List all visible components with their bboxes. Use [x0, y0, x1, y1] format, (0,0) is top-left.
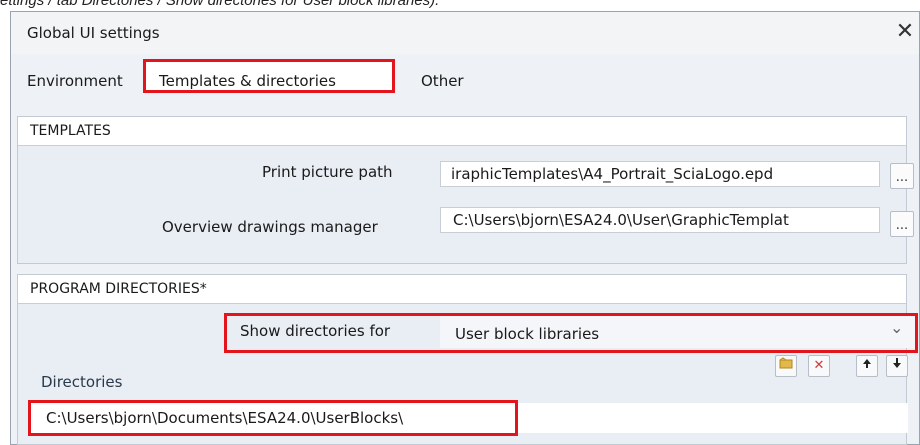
- tab-other[interactable]: Other: [421, 72, 464, 90]
- overview-drawings-manager-label: Overview drawings manager: [162, 218, 378, 236]
- templates-header: TEMPLATES: [18, 117, 906, 146]
- new-folder-icon[interactable]: [775, 355, 797, 377]
- program-directories-header-label: PROGRAM DIRECTORIES*: [30, 281, 207, 297]
- tab-templates-directories-label: Templates & directories: [159, 72, 336, 90]
- chevron-down-icon[interactable]: ⌄: [890, 318, 903, 337]
- print-picture-path-label: Print picture path: [262, 163, 393, 181]
- program-directories-header: PROGRAM DIRECTORIES*: [18, 275, 906, 304]
- tab-environment[interactable]: Environment: [27, 72, 123, 90]
- show-directories-value: User block libraries: [455, 325, 600, 343]
- arrow-up-icon[interactable]: [856, 355, 878, 377]
- templates-section: TEMPLATES: [17, 116, 907, 264]
- dialog-title: Global UI settings: [27, 24, 160, 42]
- title-bar: Global UI settings ✕: [11, 12, 919, 54]
- close-icon[interactable]: ✕: [891, 18, 919, 46]
- print-picture-path-field[interactable]: iraphicTemplates\A4_Portrait_SciaLogo.ep…: [440, 161, 880, 187]
- overview-drawings-manager-field[interactable]: C:\Users\bjorn\ESA24.0\User\GraphicTempl…: [440, 207, 880, 233]
- delete-icon[interactable]: ✕: [808, 355, 830, 377]
- overview-drawings-manager-browse-button[interactable]: ...: [890, 211, 914, 237]
- tab-templates-directories[interactable]: Templates & directories: [143, 59, 395, 93]
- directory-entry[interactable]: C:\Users\bjorn\Documents\ESA24.0\UserBlo…: [46, 409, 403, 427]
- print-picture-path-browse-button[interactable]: ...: [890, 163, 914, 189]
- show-directories-label: Show directories for: [240, 322, 391, 340]
- directories-label: Directories: [41, 373, 123, 391]
- templates-header-label: TEMPLATES: [30, 123, 111, 139]
- arrow-down-icon[interactable]: [886, 355, 908, 377]
